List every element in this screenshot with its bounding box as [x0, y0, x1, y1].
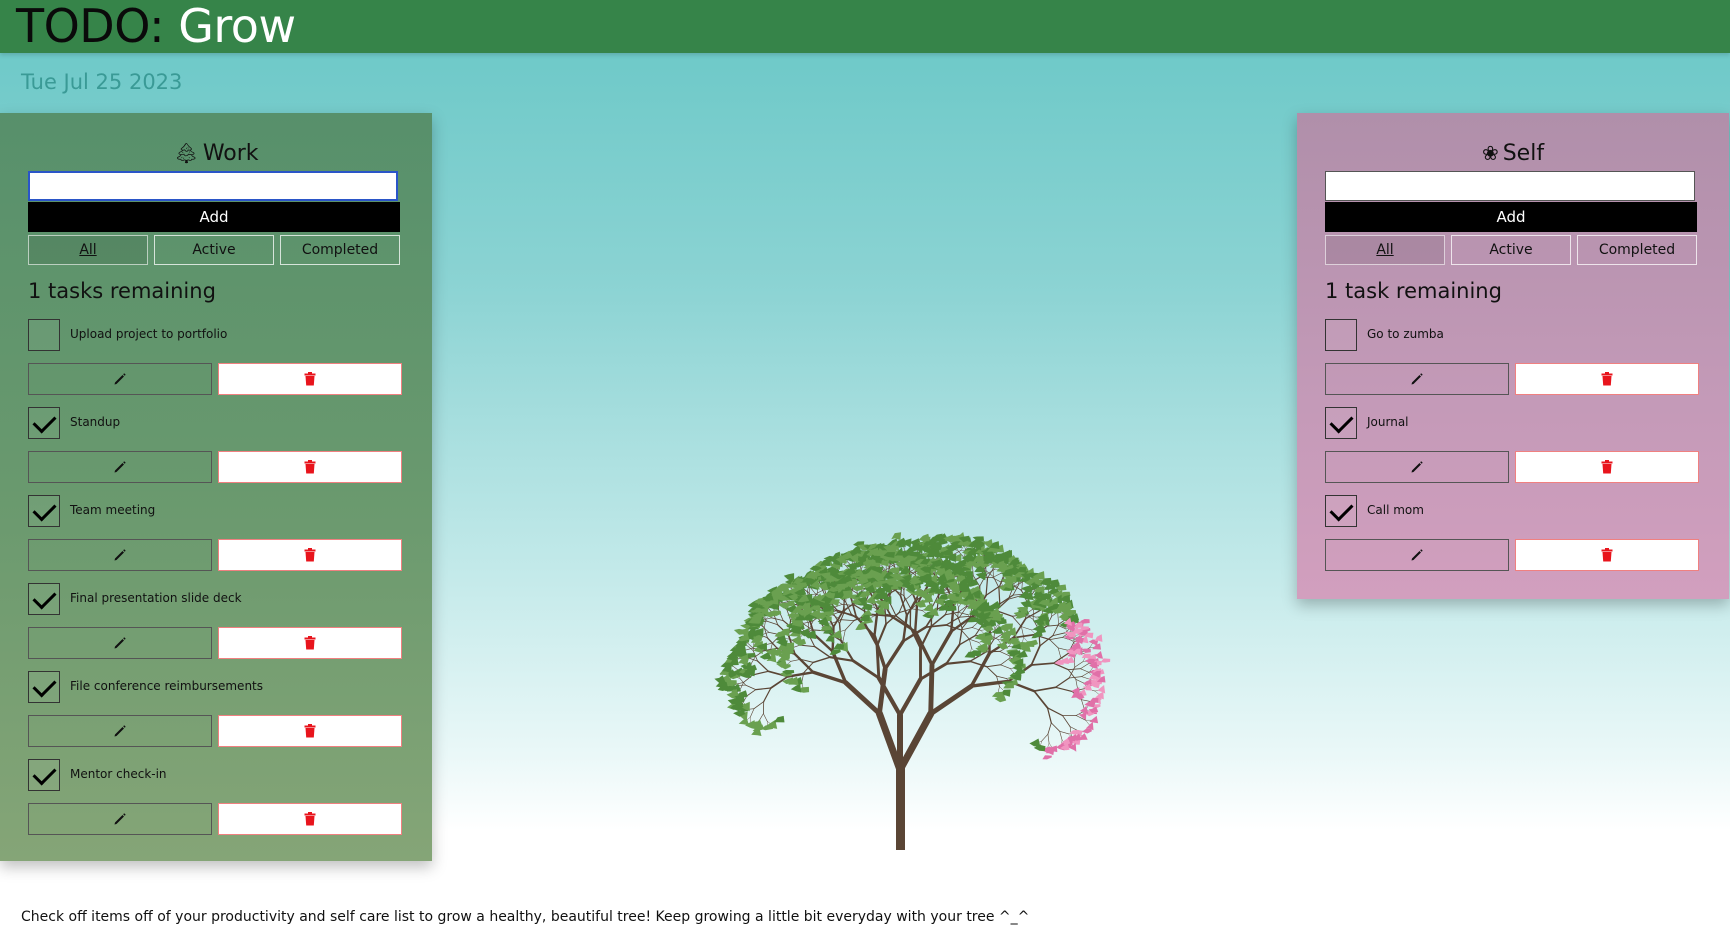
- task-item: Call mom: [1297, 495, 1729, 583]
- delete-task-button[interactable]: [218, 363, 402, 395]
- self-filter-group: All Active Completed: [1325, 235, 1697, 265]
- self-add-button[interactable]: Add: [1325, 202, 1697, 232]
- edit-task-button[interactable]: [1325, 539, 1509, 571]
- edit-task-button[interactable]: [1325, 363, 1509, 395]
- checkmark-icon: [32, 409, 57, 434]
- self-filter-completed[interactable]: Completed: [1577, 235, 1697, 265]
- self-remaining-count: 1 task remaining: [1325, 279, 1502, 303]
- trash-icon: [304, 548, 316, 562]
- edit-task-button[interactable]: [28, 627, 212, 659]
- trash-icon: [304, 372, 316, 386]
- checkmark-icon: [32, 497, 57, 522]
- delete-task-button[interactable]: [218, 539, 402, 571]
- task-item: Final presentation slide deck: [0, 583, 432, 671]
- trash-icon: [1601, 372, 1613, 386]
- pencil-icon: [114, 813, 126, 825]
- pencil-icon: [114, 461, 126, 473]
- task-checkbox[interactable]: [28, 319, 60, 351]
- app-title-prefix: TODO:: [16, 0, 179, 53]
- checkmark-icon: [32, 585, 57, 610]
- work-new-task-input[interactable]: [28, 171, 398, 201]
- self-filter-all[interactable]: All: [1325, 235, 1445, 265]
- task-checkbox[interactable]: [1325, 407, 1357, 439]
- pencil-icon: [114, 373, 126, 385]
- self-list-panel: ❀︎ Self Add All Active Completed 1 task r…: [1297, 113, 1729, 599]
- work-panel-title: 🌲︎ Work: [0, 141, 432, 166]
- task-checkbox[interactable]: [1325, 319, 1357, 351]
- task-label: Go to zumba: [1367, 327, 1444, 341]
- work-filter-active[interactable]: Active: [154, 235, 274, 265]
- edit-task-button[interactable]: [1325, 451, 1509, 483]
- edit-task-button[interactable]: [28, 451, 212, 483]
- task-label: Mentor check-in: [70, 767, 167, 781]
- checkmark-icon: [1329, 497, 1354, 522]
- work-list-panel: 🌲︎ Work Add All Active Completed 1 tasks …: [0, 113, 432, 861]
- task-checkbox[interactable]: [1325, 495, 1357, 527]
- task-item: Team meeting: [0, 495, 432, 583]
- trash-icon: [304, 724, 316, 738]
- trash-icon: [1601, 460, 1613, 474]
- app-title-grow: Grow: [178, 0, 296, 53]
- pencil-icon: [114, 725, 126, 737]
- edit-task-button[interactable]: [28, 803, 212, 835]
- pencil-icon: [1411, 549, 1423, 561]
- pencil-icon: [114, 637, 126, 649]
- current-date: Tue Jul 25 2023: [21, 70, 183, 94]
- edit-task-button[interactable]: [28, 539, 212, 571]
- trash-icon: [1601, 548, 1613, 562]
- pencil-icon: [1411, 373, 1423, 385]
- delete-task-button[interactable]: [1515, 363, 1699, 395]
- pencil-icon: [114, 549, 126, 561]
- checkmark-icon: [32, 673, 57, 698]
- task-checkbox[interactable]: [28, 495, 60, 527]
- app-title: TODO: Grow: [16, 0, 296, 54]
- delete-task-button[interactable]: [1515, 451, 1699, 483]
- work-title-label: Work: [202, 141, 259, 166]
- delete-task-button[interactable]: [1515, 539, 1699, 571]
- app-header: TODO: Grow: [0, 0, 1730, 53]
- task-label: Upload project to portfolio: [70, 327, 228, 341]
- trash-icon: [304, 636, 316, 650]
- work-filter-completed[interactable]: Completed: [280, 235, 400, 265]
- task-label: Call mom: [1367, 503, 1424, 517]
- task-label: Final presentation slide deck: [70, 591, 242, 605]
- task-checkbox[interactable]: [28, 583, 60, 615]
- pencil-icon: [1411, 461, 1423, 473]
- task-item: Mentor check-in: [0, 759, 432, 847]
- spa-icon: ❀︎: [1481, 141, 1499, 165]
- self-new-task-input[interactable]: [1325, 171, 1695, 201]
- footer-message: Check off items off of your productivity…: [21, 909, 1030, 925]
- task-label: Team meeting: [70, 503, 156, 517]
- trash-icon: [304, 460, 316, 474]
- checkmark-icon: [1329, 409, 1354, 434]
- task-checkbox[interactable]: [28, 671, 60, 703]
- work-add-button[interactable]: Add: [28, 202, 400, 232]
- delete-task-button[interactable]: [218, 803, 402, 835]
- growing-tree-illustration: [714, 532, 1111, 850]
- task-item: File conference reimbursements: [0, 671, 432, 759]
- task-checkbox[interactable]: [28, 759, 60, 791]
- work-remaining-count: 1 tasks remaining: [28, 279, 216, 303]
- task-item: Standup: [0, 407, 432, 495]
- self-filter-active[interactable]: Active: [1451, 235, 1571, 265]
- checkmark-icon: [32, 761, 57, 786]
- self-title-label: Self: [1502, 141, 1545, 166]
- delete-task-button[interactable]: [218, 715, 402, 747]
- task-label: Journal: [1367, 415, 1409, 429]
- task-label: File conference reimbursements: [70, 679, 264, 693]
- trash-icon: [304, 812, 316, 826]
- task-item: Upload project to portfolio: [0, 319, 432, 407]
- work-filter-all[interactable]: All: [28, 235, 148, 265]
- edit-task-button[interactable]: [28, 715, 212, 747]
- task-item: Go to zumba: [1297, 319, 1729, 407]
- delete-task-button[interactable]: [218, 451, 402, 483]
- delete-task-button[interactable]: [218, 627, 402, 659]
- task-checkbox[interactable]: [28, 407, 60, 439]
- tree-icon: 🌲︎: [173, 141, 199, 165]
- task-item: Journal: [1297, 407, 1729, 495]
- task-label: Standup: [70, 415, 121, 429]
- work-filter-group: All Active Completed: [28, 235, 400, 265]
- self-panel-title: ❀︎ Self: [1297, 141, 1729, 166]
- edit-task-button[interactable]: [28, 363, 212, 395]
